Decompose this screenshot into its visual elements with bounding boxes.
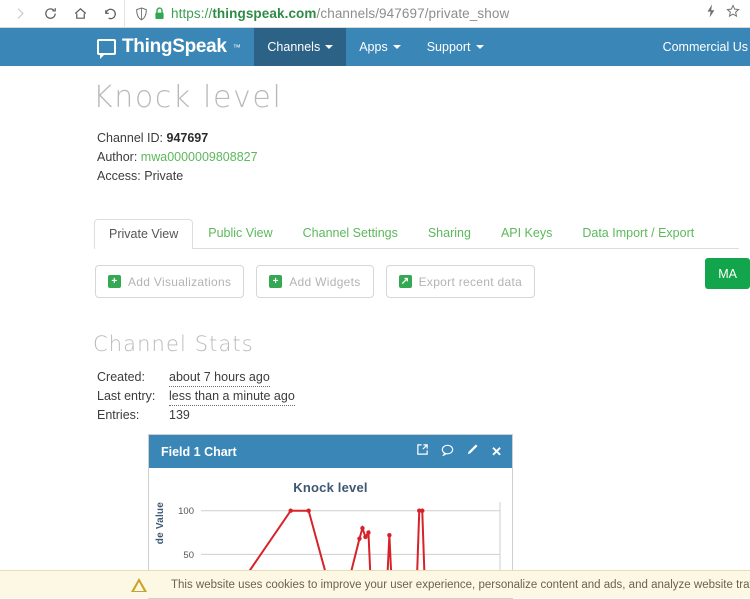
channel-access-value: Private — [144, 169, 184, 183]
warning-triangle-icon — [131, 578, 147, 592]
channel-author-label: Author: — [97, 150, 138, 164]
plus-icon: + — [108, 275, 121, 288]
url-scheme: https:// — [171, 6, 213, 21]
reload-icon[interactable] — [36, 2, 64, 26]
site-navbar: ThingSpeak ™ Channels Apps Support Commer… — [0, 28, 750, 66]
channel-access-label: Access: — [97, 169, 141, 183]
tab-private-view[interactable]: Private View — [94, 219, 194, 249]
channel-access-row: Access: Private — [97, 167, 750, 186]
channel-stats-heading: Channel Stats — [93, 332, 254, 356]
plus-icon: + — [269, 275, 283, 288]
add-widgets-button[interactable]: + Add Widgets — [256, 265, 374, 298]
chart-panel-actions: ✕ — [416, 443, 502, 461]
stats-last-entry-row: Last entry: less than a minute ago — [97, 387, 750, 406]
chart-title: Knock level — [293, 480, 368, 495]
chart-panel-header: Field 1 Chart ✕ — [149, 435, 512, 468]
nav-item-apps[interactable]: Apps — [346, 28, 414, 66]
stats-created-label: Created: — [97, 370, 145, 384]
channel-id-row: Channel ID: 947697 — [97, 129, 750, 148]
url-text: https://thingspeak.com/channels/947697/p… — [171, 6, 509, 21]
nav-item-support[interactable]: Support — [414, 28, 497, 66]
stats-created-value: about 7 hours ago — [169, 368, 270, 387]
tab-sharing[interactable]: Sharing — [413, 218, 486, 248]
url-host: thingspeak.com — [212, 6, 317, 21]
export-recent-data-label: Export recent data — [418, 274, 523, 289]
chevron-down-icon — [475, 45, 484, 49]
close-icon[interactable]: ✕ — [491, 445, 502, 458]
channel-tabs: Private View Public View Channel Setting… — [94, 216, 739, 249]
cookie-consent-banner: This website uses cookies to improve you… — [0, 570, 750, 598]
star-icon[interactable] — [726, 4, 740, 23]
tab-api-keys[interactable]: API Keys — [486, 218, 567, 248]
stats-last-entry-label: Last entry: — [97, 389, 156, 403]
nav-item-commercial-use[interactable]: Commercial Us — [663, 28, 750, 66]
forward-chevron-icon[interactable] — [6, 2, 34, 26]
speech-bubble-icon — [97, 39, 116, 59]
address-bar[interactable]: https://thingspeak.com/channels/947697/p… — [124, 0, 705, 28]
stats-last-entry-value: less than a minute ago — [169, 387, 295, 406]
channel-meta: Channel ID: 947697 Author: mwa0000009808… — [97, 129, 750, 186]
add-visualizations-label: Add Visualizations — [128, 274, 232, 289]
tab-channel-settings[interactable]: Channel Settings — [288, 218, 413, 248]
matlab-analysis-button[interactable]: MA — [705, 258, 750, 289]
nav-item-channels[interactable]: Channels — [254, 28, 347, 66]
stats-entries-value: 139 — [169, 408, 190, 422]
nav-item-apps-label: Apps — [359, 40, 388, 54]
svg-text:50: 50 — [183, 550, 194, 561]
tab-public-view[interactable]: Public View — [193, 218, 287, 248]
cookie-consent-text: This website uses cookies to improve you… — [171, 578, 750, 591]
stats-entries-label: Entries: — [97, 408, 140, 422]
svg-text:100: 100 — [178, 506, 194, 517]
page-title: Knock level — [93, 80, 283, 115]
export-recent-data-button[interactable]: ↗ Export recent data — [385, 265, 536, 298]
channel-id-value: 947697 — [166, 131, 209, 145]
add-widgets-label: Add Widgets — [289, 274, 361, 289]
action-button-row: + Add Visualizations + Add Widgets ↗ Exp… — [95, 265, 750, 298]
nav-item-channels-label: Channels — [267, 40, 321, 54]
external-link-icon[interactable] — [416, 443, 429, 461]
channel-author-link[interactable]: mwa0000009808827 — [141, 150, 258, 164]
home-icon[interactable] — [66, 2, 94, 26]
chart-panel-title: Field 1 Chart — [161, 444, 237, 459]
stats-entries-row: Entries: 139 — [97, 406, 750, 424]
tracking-shield-icon[interactable] — [135, 6, 148, 21]
nav-item-commercial-use-label: Commercial Us — [662, 40, 748, 54]
padlock-icon[interactable] — [154, 7, 165, 20]
export-arrow-icon: ↗ — [398, 275, 412, 288]
thingspeak-logo[interactable]: ThingSpeak ™ — [97, 36, 254, 59]
back-arrow-icon[interactable] — [96, 2, 124, 26]
page-content: Knock level Channel ID: 947697 Author: m… — [0, 66, 750, 424]
navbar-inner: ThingSpeak ™ Channels Apps Support — [97, 28, 497, 66]
browser-nav-buttons — [0, 2, 124, 26]
browser-toolbar: https://thingspeak.com/channels/947697/p… — [0, 0, 750, 28]
add-visualizations-button[interactable]: + Add Visualizations — [95, 265, 245, 298]
brand-text: ThingSpeak — [122, 36, 227, 57]
nav-item-support-label: Support — [426, 40, 471, 54]
brand-trademark: ™ — [232, 42, 241, 52]
address-bar-actions — [705, 4, 750, 23]
tab-data-import-export[interactable]: Data Import / Export — [567, 218, 709, 248]
channel-author-row: Author: mwa0000009808827 — [97, 148, 750, 167]
stats-created-row: Created: about 7 hours ago — [97, 368, 750, 387]
chevron-down-icon — [325, 45, 334, 49]
chevron-down-icon — [392, 45, 401, 49]
comment-icon[interactable] — [441, 443, 454, 461]
channel-stats: Created: about 7 hours ago Last entry: l… — [97, 368, 750, 424]
channel-id-label: Channel ID: — [97, 131, 164, 145]
lightning-bolt-icon[interactable] — [705, 4, 717, 23]
url-path: /channels/947697/private_show — [316, 6, 510, 21]
pencil-icon[interactable] — [466, 443, 479, 461]
